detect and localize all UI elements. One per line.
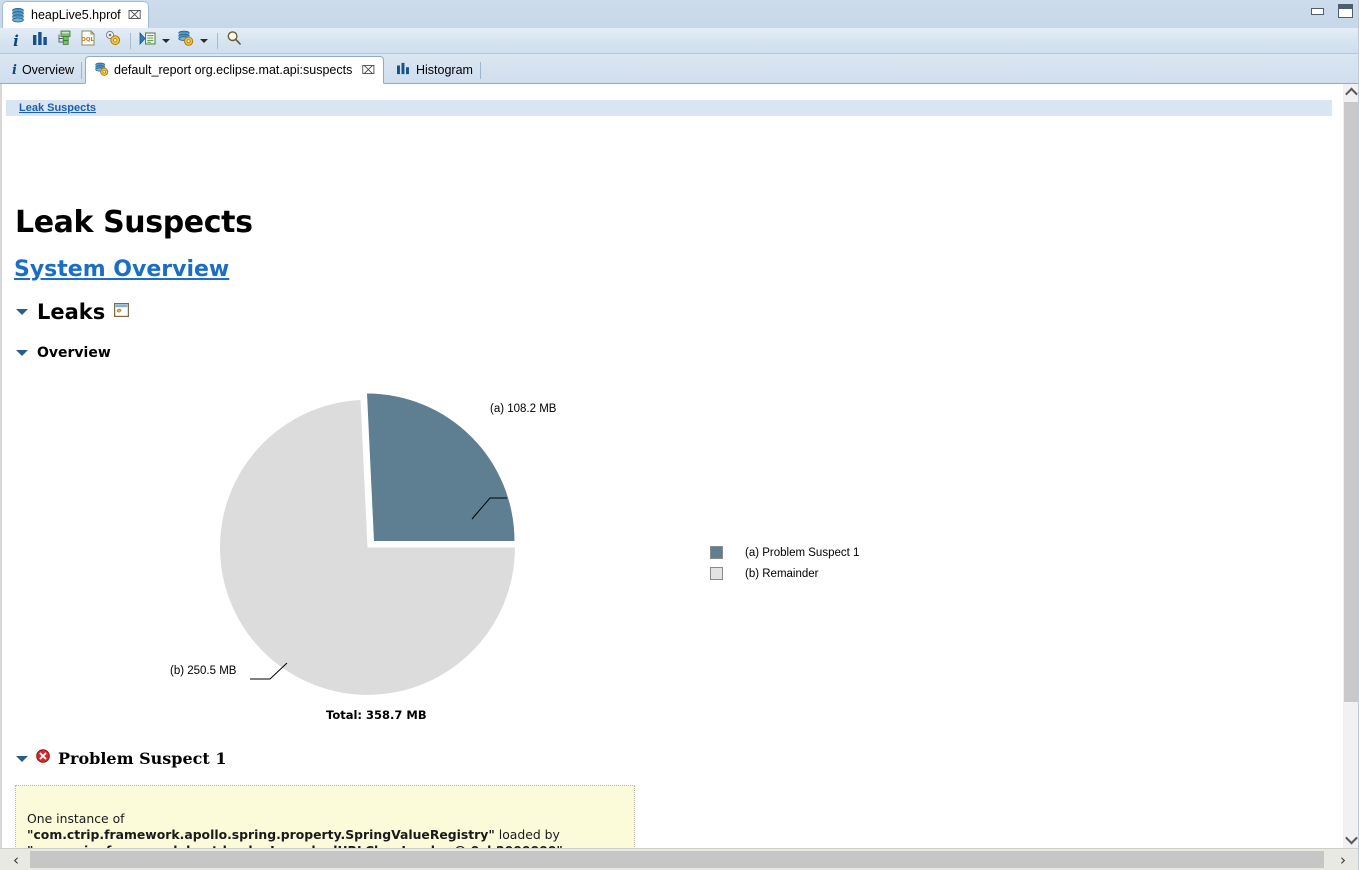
section-leaks-header[interactable]: Leaks [16, 300, 130, 324]
section-overview-header[interactable]: Overview [16, 345, 111, 361]
svg-text:OQL: OQL [81, 37, 94, 43]
legend-swatch-b [710, 567, 723, 580]
section-problem-suspect-label: Problem Suspect 1 [58, 749, 227, 768]
toolbar-separator-2 [217, 32, 218, 49]
close-icon[interactable]: ⌧ [361, 64, 375, 76]
report-window-icon[interactable] [114, 302, 130, 322]
tab-divider [479, 62, 481, 79]
tab-default-report[interactable]: default_report org.eclipse.mat.api:suspe… [85, 56, 385, 84]
minimize-button[interactable] [1311, 7, 1324, 15]
view-tab-bar: i Overview default_report org.eclipse.ma… [0, 54, 1359, 84]
breadcrumb[interactable]: Leak Suspects [19, 100, 96, 116]
desc-loadedby-1: loaded by [494, 827, 560, 843]
breadcrumb-bar [6, 100, 1332, 116]
tab-default-report-label: default_report org.eclipse.mat.api:suspe… [114, 63, 353, 77]
heap-dump-icon [11, 7, 25, 23]
histogram-button[interactable] [29, 30, 51, 52]
report-document: Leak Suspects Leak Suspects System Overv… [2, 84, 1332, 848]
problem-suspect-description: One instance of "com.ctrip.framework.apo… [27, 811, 627, 848]
tab-overview-label: Overview [21, 63, 75, 77]
dominator-tree-button[interactable] [53, 30, 75, 52]
legend-swatch-a [710, 546, 723, 559]
system-overview-link[interactable]: System Overview [14, 257, 229, 283]
report-content-area: Leak Suspects Leak Suspects System Overv… [0, 84, 1359, 848]
desc-class-name: "com.ctrip.framework.apollo.spring.prope… [27, 827, 495, 843]
scroll-up-button[interactable] [1343, 84, 1359, 101]
toolbar-separator-1 [130, 32, 131, 49]
pie-label-b: (b) 250.5 MB [170, 665, 237, 677]
heap-dump-actions-dropdown[interactable] [198, 30, 210, 52]
window-controls [1311, 4, 1353, 18]
run-query-icon [139, 31, 156, 51]
run-expert-system-dropdown[interactable] [160, 30, 172, 52]
info-icon: i [12, 62, 17, 78]
chevron-down-icon [1345, 831, 1358, 845]
error-icon [36, 749, 50, 768]
legend-item: (a) Problem Suspect 1 [710, 542, 859, 563]
section-problem-suspect-header[interactable]: Problem Suspect 1 [16, 749, 226, 768]
tab-overview[interactable]: i Overview [4, 56, 83, 84]
pie-label-a: (a) 108.2 MB [490, 403, 557, 415]
pie-total-label: Total: 358.7 MB [326, 708, 427, 722]
chevron-down-icon [162, 38, 170, 43]
legend-label-a: (a) Problem Suspect 1 [745, 546, 860, 559]
editor-tab-heapdump[interactable]: heapLive5.hprof ⌧ [2, 1, 150, 28]
tab-histogram[interactable]: Histogram [388, 56, 481, 84]
dominator-tree-icon [56, 30, 73, 51]
scroll-right-button[interactable]: › [1330, 849, 1356, 870]
chevron-down-icon[interactable] [16, 350, 28, 356]
maximize-button[interactable] [1338, 4, 1353, 18]
close-icon[interactable]: ⌧ [128, 9, 142, 21]
horizontal-scrollbar-thumb[interactable] [30, 851, 1324, 868]
pie-slice-problem-suspect [367, 393, 515, 541]
chevron-down-icon[interactable] [16, 755, 28, 762]
scroll-down-button[interactable] [1343, 831, 1359, 848]
chevron-down-icon[interactable] [16, 309, 28, 315]
section-leaks-label: Leaks [37, 300, 106, 324]
horizontal-scrollbar[interactable]: ‹ › [0, 848, 1359, 870]
main-toolbar: i OQL [0, 28, 1359, 54]
histogram-icon [396, 62, 411, 78]
run-expert-system-button[interactable] [136, 30, 158, 52]
scroll-left-button[interactable]: ‹ [3, 849, 29, 870]
tab-histogram-label: Histogram [416, 63, 473, 77]
vertical-scrollbar-thumb[interactable] [1344, 102, 1359, 702]
report-icon [94, 62, 109, 79]
chevron-down-icon [200, 38, 208, 43]
oql-button[interactable]: OQL [77, 30, 99, 52]
search-button[interactable] [223, 30, 245, 52]
gear-report-icon [104, 30, 121, 51]
vertical-scrollbar[interactable] [1342, 84, 1359, 848]
problem-suspect-description-box: One instance of "com.ctrip.framework.apo… [15, 785, 635, 848]
tab-divider [81, 62, 83, 79]
oql-icon: OQL [80, 30, 96, 51]
application-window: heapLive5.hprof ⌧ i OQL i Overview defau… [0, 0, 1359, 870]
report-button[interactable] [101, 30, 123, 52]
heap-dump-actions-button[interactable] [174, 30, 196, 52]
overview-info-button[interactable]: i [5, 30, 27, 52]
page-title: Leak Suspects [15, 205, 253, 240]
info-icon: i [13, 31, 19, 50]
histogram-icon [32, 31, 49, 51]
chevron-up-icon [1345, 87, 1358, 101]
legend-item: (b) Remainder [710, 563, 859, 584]
legend-label-b: (b) Remainder [745, 567, 819, 580]
desc-line1: One instance of [27, 811, 125, 826]
editor-tab-label: heapLive5.hprof [31, 8, 121, 22]
search-icon [226, 30, 242, 51]
window-title-bar: heapLive5.hprof ⌧ [0, 0, 1359, 28]
section-overview-label: Overview [37, 345, 111, 361]
pie-legend: (a) Problem Suspect 1 (b) Remainder [710, 542, 859, 584]
heap-gear-icon [177, 30, 194, 51]
